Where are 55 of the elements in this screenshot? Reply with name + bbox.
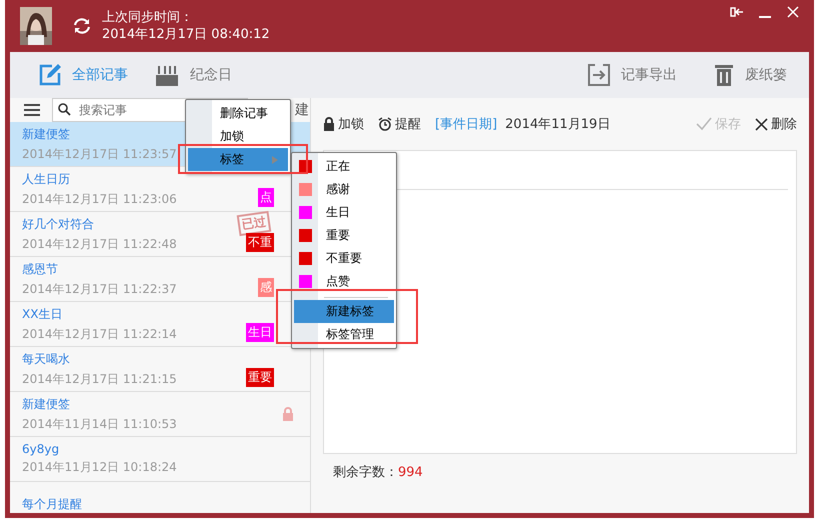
lock-icon: [323, 117, 335, 131]
trash-icon: [713, 63, 735, 87]
remaining-count: 994: [398, 464, 423, 480]
check-icon: [696, 117, 712, 131]
note-title: 新建便签: [22, 126, 70, 142]
note-date: 2014年12月17日 11:21:15: [22, 370, 177, 388]
menu-item[interactable]: 标签: [188, 148, 288, 171]
note-title: 人生日历: [22, 170, 70, 188]
note-item[interactable]: 每天喝水 2014年12月17日 11:21:15 重要: [10, 347, 310, 392]
note-title: 每天喝水: [22, 350, 70, 368]
remind-button[interactable]: 提醒: [378, 115, 421, 133]
delete-button[interactable]: 删除: [755, 115, 797, 133]
export-icon: [587, 63, 611, 87]
sync-time: 2014年12月17日 08:40:12: [102, 26, 270, 43]
note-item[interactable]: 6y8yg 2014年11月12日 10:18:24: [10, 437, 310, 482]
toolbar-button[interactable]: 废纸篓: [713, 63, 787, 87]
note-date: 2014年12月17日 11:23:57: [22, 146, 177, 162]
sync-label: 上次同步时间：: [102, 9, 194, 26]
note-title: 新建便签: [22, 396, 70, 412]
alarm-icon: [378, 117, 392, 131]
note-date: 2014年12月17日 11:22:37: [22, 280, 177, 298]
tag-label: 生日: [246, 323, 274, 342]
note-date: 2014年11月14日 11:10:53: [22, 416, 177, 432]
note-item[interactable]: 新建便签 2014年11月14日 11:10:53: [10, 392, 310, 437]
menu-item[interactable]: 新建标签: [294, 300, 394, 323]
sync-icon[interactable]: [72, 16, 92, 36]
note-title: 好几个对符合: [22, 216, 94, 232]
note-date: 2014年12月17日 11:22:14: [22, 326, 177, 342]
menu-item[interactable]: 加锁: [188, 125, 288, 148]
remaining-label: 剩余字数：: [333, 464, 398, 481]
tag-label: 感: [258, 278, 274, 297]
event-date-link[interactable]: [事件日期]: [435, 115, 498, 133]
note-title: XX生日: [22, 306, 62, 322]
note-title: 6y8yg: [22, 442, 60, 456]
note-title: 每个月提醒: [22, 496, 82, 512]
close-icon[interactable]: [787, 6, 799, 18]
cake-icon: [154, 63, 180, 87]
event-date: 2014年11月19日: [505, 116, 610, 133]
menu-icon[interactable]: [24, 103, 40, 117]
note-date: 2014年12月17日 11:22:48: [22, 236, 177, 252]
search-icon: [58, 103, 71, 116]
tag-label: 重要: [246, 368, 274, 387]
tag-label: 不重: [246, 233, 274, 252]
dock-icon[interactable]: [730, 7, 744, 17]
nav-tab[interactable]: 纪念日: [154, 63, 232, 87]
lock-button[interactable]: 加锁: [323, 115, 364, 133]
toolbar-button[interactable]: 记事导出: [587, 63, 677, 87]
note-date: 2014年12月17日 11:23:06: [22, 190, 177, 208]
note-date: 2014年11月12日 10:18:24: [22, 459, 177, 476]
new-note-button[interactable]: 建: [295, 101, 309, 119]
note-item[interactable]: 每个月提醒: [10, 482, 310, 513]
close-icon: [755, 118, 768, 130]
note-title: 感恩节: [22, 260, 58, 278]
tag-label: 点: [258, 188, 274, 207]
edit-icon: [38, 63, 62, 87]
